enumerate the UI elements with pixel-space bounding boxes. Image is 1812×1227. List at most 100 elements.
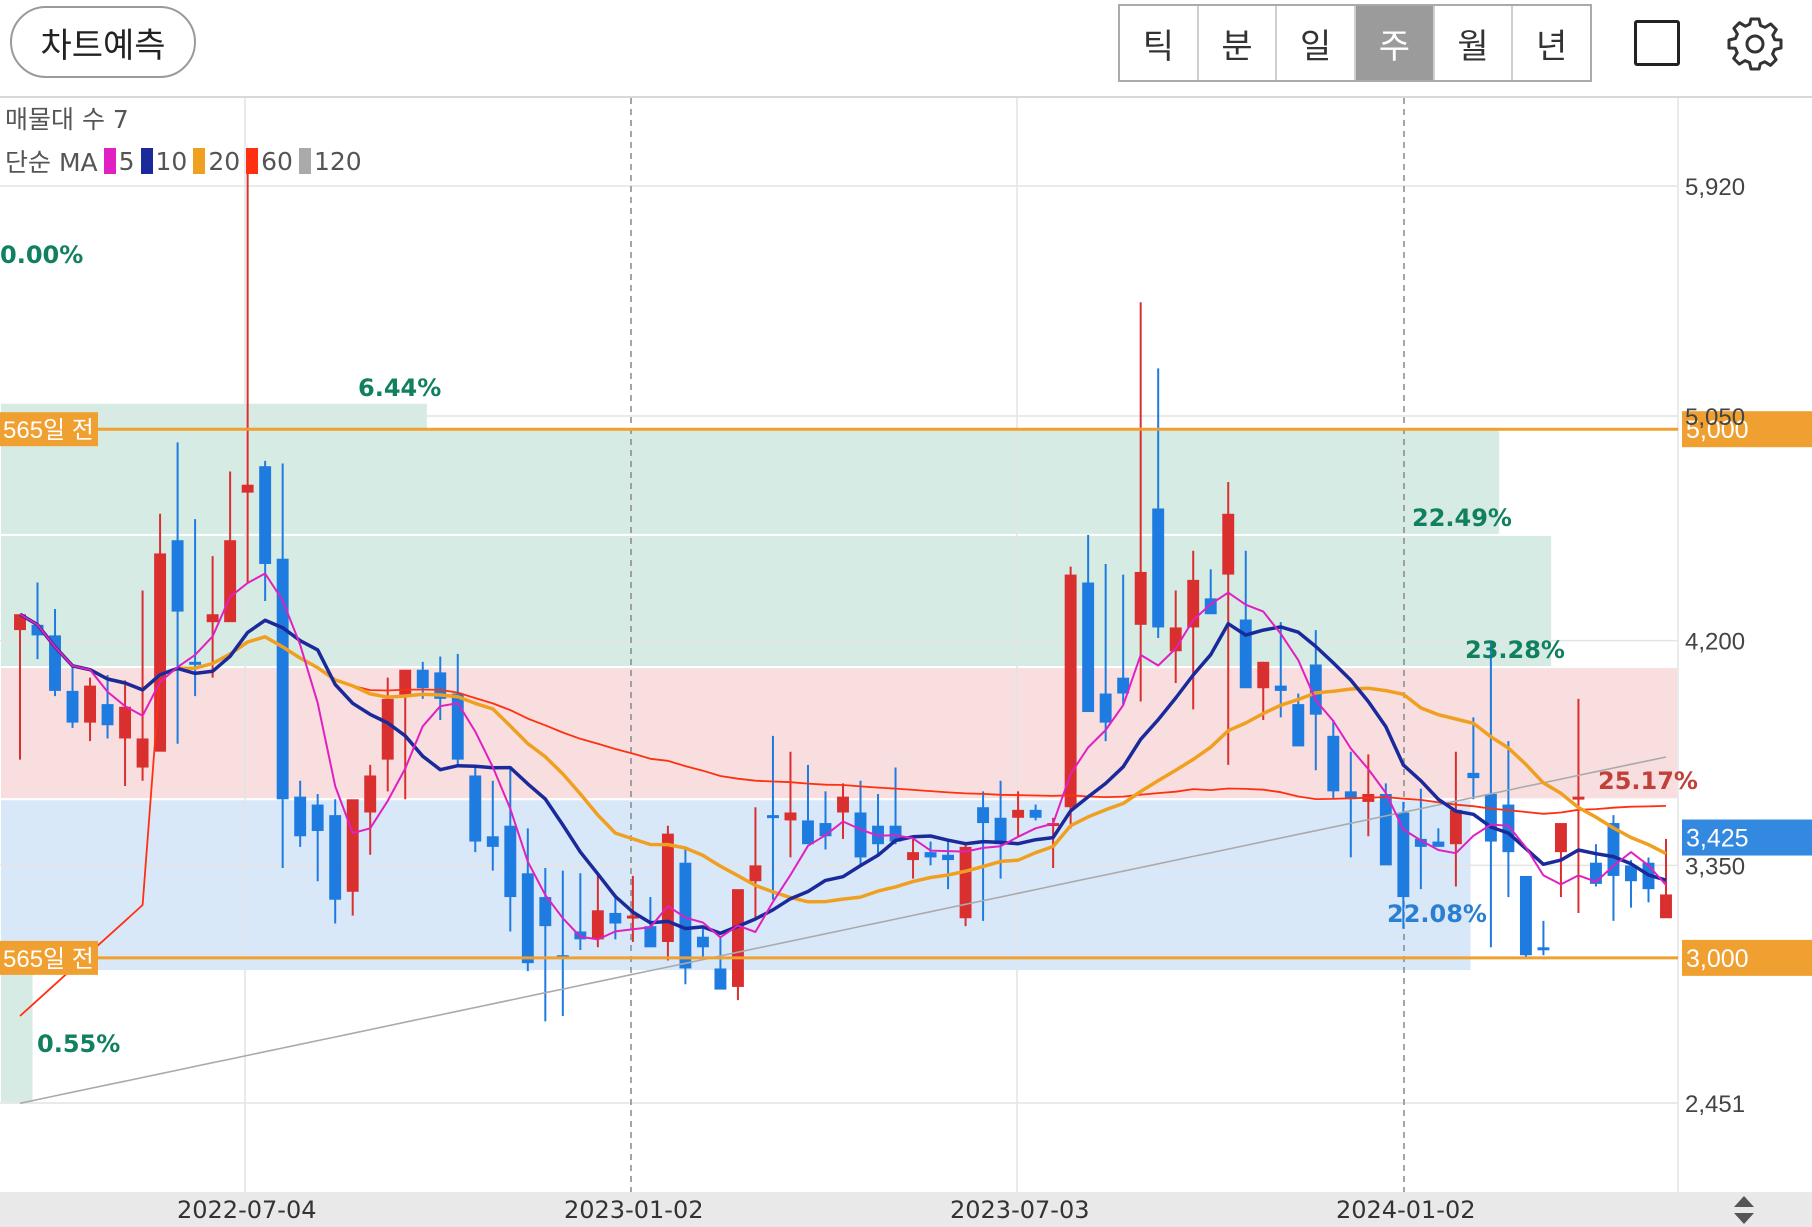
ma20-swatch [193, 148, 206, 174]
ma5-label: 5 [118, 146, 135, 176]
candle-body [696, 936, 709, 948]
gear-icon[interactable] [1727, 16, 1783, 72]
candle-body [329, 815, 342, 900]
scroll-handle-icon[interactable] [1731, 1194, 1757, 1226]
candle-body [767, 815, 779, 819]
candle-body [1502, 804, 1515, 853]
candle-body [661, 833, 674, 943]
candle-body [241, 484, 254, 493]
candle-body [416, 669, 429, 689]
tab-week[interactable]: 주 [1356, 6, 1435, 80]
top-toolbar: 차트예측 틱 분 일 주 월 년 [0, 0, 1812, 98]
candle-body [1292, 704, 1305, 747]
candlestick-chart[interactable]: 565일 전 5,000565일 전 3,0005,9205,0504,2003,3… [0, 98, 1812, 1192]
candle-body [469, 775, 482, 842]
candle-body [171, 540, 184, 612]
candle-body [784, 812, 797, 821]
candle-body [731, 889, 744, 987]
candle-body [119, 706, 132, 739]
candle-body [1239, 619, 1252, 689]
candle-body [1082, 582, 1095, 713]
ma60-swatch [246, 148, 259, 174]
period-tabs: 틱 분 일 주 월 년 [1118, 4, 1592, 82]
volume-profile-percent: 6.44% [358, 374, 441, 402]
candle-body [84, 685, 96, 723]
candle-body [1397, 812, 1410, 898]
candle-body [259, 466, 272, 565]
volume-profile-legend: 매물대 수 7 [5, 105, 129, 134]
candle-body [1572, 796, 1585, 800]
ma10-swatch [140, 148, 153, 174]
ma-legend: 단순 MA 5 10 20 60 120 [5, 143, 362, 179]
tab-day[interactable]: 일 [1277, 6, 1357, 80]
candle-body [1554, 823, 1567, 853]
y-tick-label: 5,920 [1685, 174, 1745, 201]
volume-profile-band [0, 666, 1679, 801]
candle-body [1484, 793, 1497, 842]
candle-body [1432, 841, 1445, 847]
x-tick-label: 2023-07-03 [950, 1196, 1090, 1224]
volume-profile-percent: 23.28% [1465, 636, 1565, 664]
candle-body [224, 540, 237, 623]
ma20-label: 20 [208, 146, 241, 176]
tab-year[interactable]: 년 [1513, 6, 1590, 80]
candle-body [1274, 685, 1287, 691]
candle-body [994, 817, 1007, 845]
volume-profile-percent: 0.00% [0, 241, 83, 269]
reference-line-label: 565일 전 [3, 417, 94, 444]
current-price-label: 3,425 [1686, 825, 1749, 853]
candle-body [1257, 661, 1270, 689]
candle-body [206, 614, 219, 623]
candle-body [521, 873, 534, 964]
candle-body [977, 807, 990, 824]
x-tick-label: 2022-07-04 [177, 1196, 317, 1224]
candle-body [381, 698, 394, 760]
reference-value-label: 3,000 [1686, 945, 1749, 973]
ma60-label: 60 [261, 146, 293, 176]
ma10-label: 10 [155, 146, 188, 176]
square-icon[interactable] [1634, 20, 1680, 66]
candle-body [1134, 571, 1147, 625]
candle-body [1152, 508, 1165, 628]
tab-tick[interactable]: 틱 [1120, 6, 1199, 80]
candle-body [959, 846, 972, 919]
candle-body [399, 669, 412, 697]
ma120-label: 120 [313, 146, 362, 176]
volume-profile-percent: 25.17% [1598, 767, 1698, 795]
candle-body [311, 804, 324, 831]
x-tick-label: 2024-01-02 [1336, 1196, 1476, 1224]
y-tick-label: 2,451 [1685, 1091, 1745, 1118]
candle-body [942, 854, 955, 861]
volume-profile-percent: 22.49% [1412, 504, 1512, 532]
candle-body [644, 926, 657, 948]
y-tick-label: 4,200 [1685, 629, 1745, 656]
tab-minute[interactable]: 분 [1199, 6, 1278, 80]
y-tick-label: 3,350 [1685, 853, 1745, 880]
candle-body [1327, 735, 1340, 792]
volume-profile-percent: 0.55% [37, 1030, 120, 1058]
candle-body [346, 799, 359, 892]
y-tick-label: 5,050 [1685, 404, 1745, 431]
volume-profile-band [0, 970, 35, 1105]
candle-body [486, 836, 499, 847]
candle-body [1449, 809, 1462, 845]
candle-body [1537, 947, 1550, 951]
candle-body [1467, 772, 1480, 779]
candle-body [1519, 875, 1532, 956]
ma-legend-label: 단순 MA [5, 148, 98, 177]
candle-body [364, 775, 377, 813]
candle-body [749, 865, 762, 882]
candle-body [837, 796, 849, 813]
volume-profile-percent: 22.08% [1387, 900, 1487, 928]
candle-body [1099, 693, 1112, 723]
reference-line-label: 565일 전 [3, 946, 94, 973]
candle-body [189, 661, 202, 665]
candle-body [854, 812, 867, 858]
candle-body [591, 910, 604, 940]
candle-body [1222, 513, 1235, 575]
candle-body [294, 796, 307, 837]
chart-predict-button[interactable]: 차트예측 [10, 6, 196, 78]
candle-body [802, 820, 814, 845]
tab-month[interactable]: 월 [1435, 6, 1514, 80]
ma5-swatch [103, 148, 116, 174]
